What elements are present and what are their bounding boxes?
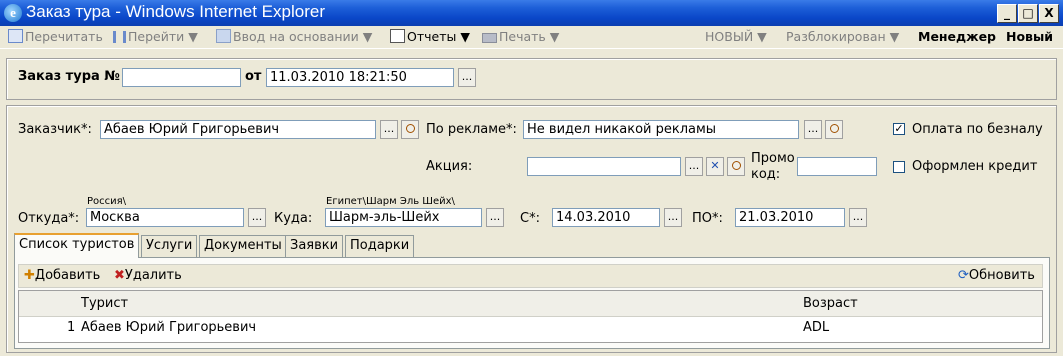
column-header-age[interactable]: Возраст [803, 296, 858, 311]
row-number: 1 [67, 320, 76, 335]
date-from-input[interactable]: 14.03.2010 [552, 208, 660, 227]
table-row[interactable]: 1 Абаев Юрий Григорьевич ADL [19, 317, 1042, 342]
reread-button[interactable]: Перечитать [8, 29, 103, 44]
order-number-label: Заказ тура № [18, 69, 120, 84]
goto-label: Перейти ▼ [128, 29, 198, 44]
printer-icon [482, 33, 497, 43]
promo-label-line1: Промо [751, 151, 795, 166]
add-tourist-button[interactable]: ✚Добавить [24, 268, 100, 283]
tab-gifts[interactable]: Подарки [345, 235, 415, 257]
delete-label: Удалить [124, 268, 182, 283]
customer-input[interactable]: Абаев Юрий Григорьевич [100, 120, 376, 139]
order-number-input[interactable] [122, 68, 241, 87]
document-icon [216, 29, 231, 43]
goto-button[interactable]: Перейти ▼ [113, 29, 198, 44]
minimize-button[interactable]: _ [997, 4, 1017, 23]
print-label: Печать ▼ [499, 29, 560, 44]
to-label: Куда: [274, 211, 313, 226]
promo-label-line2: код: [751, 167, 781, 182]
magnifier-icon [405, 124, 415, 133]
to-select-button[interactable]: ... [486, 208, 504, 227]
maximize-button[interactable]: □ [1018, 4, 1038, 23]
customer-search-button[interactable] [401, 120, 419, 139]
credit-label: Оформлен кредит [912, 159, 1038, 174]
tourists-table: Турист Возраст 1 Абаев Юрий Григорьевич … [18, 290, 1043, 343]
role-label: Менеджер [918, 29, 996, 44]
date-to-label: ПО*: [692, 211, 723, 226]
from-input[interactable]: Москва [86, 208, 244, 227]
delete-tourist-button[interactable]: ✖Удалить [114, 268, 182, 283]
refresh-label: Обновить [968, 268, 1035, 283]
status-unlocked-dropdown[interactable]: Разблокирован ▼ [786, 29, 899, 44]
reread-label: Перечитать [25, 29, 103, 44]
delete-icon: ✖ [114, 268, 125, 283]
add-icon: ✚ [24, 268, 35, 283]
action-select-button[interactable]: ... [685, 157, 703, 176]
tourist-name-cell: Абаев Юрий Григорьевич [81, 320, 257, 335]
credit-checkbox[interactable] [893, 161, 905, 173]
tab-requests[interactable]: Заявки [285, 235, 344, 257]
reports-button[interactable]: Отчеты ▼ [390, 29, 470, 44]
ie-logo-icon: e [4, 4, 22, 22]
from-label: Откуда*: [18, 211, 80, 226]
reports-label: Отчеты ▼ [407, 29, 470, 44]
to-input[interactable]: Шарм-эль-Шейх [325, 208, 482, 227]
input-based-on-button[interactable]: Ввод на основании ▼ [216, 29, 372, 44]
checkmark-icon: ✓ [894, 122, 904, 135]
reread-icon [8, 29, 23, 43]
from-hint: Россия\ [87, 196, 127, 207]
customer-label: Заказчик*: [18, 122, 92, 137]
date-to-picker-button[interactable]: ... [849, 208, 867, 227]
date-to-input[interactable]: 21.03.2010 [735, 208, 845, 227]
to-hint: Египет\Шарм Эль Шейх\ [326, 196, 455, 207]
tab-services[interactable]: Услуги [141, 235, 198, 257]
from-select-button[interactable]: ... [248, 208, 266, 227]
tab-documents[interactable]: Документы [199, 235, 287, 257]
magnifier-icon [731, 161, 741, 170]
action-input[interactable] [527, 157, 681, 176]
order-date-picker-button[interactable]: ... [458, 68, 476, 87]
promo-code-input[interactable] [797, 157, 877, 176]
input-based-on-label: Ввод на основании ▼ [233, 29, 373, 44]
print-button[interactable]: Печать ▼ [482, 29, 559, 44]
action-clear-button[interactable]: ✕ [706, 157, 724, 176]
table-header [19, 291, 1042, 317]
close-button[interactable]: X [1039, 4, 1059, 23]
tab-tourists[interactable]: Список туристов [14, 233, 140, 258]
main-toolbar: Перечитать Перейти ▼ Ввод на основании ▼… [0, 26, 1063, 49]
action-search-button[interactable] [727, 157, 745, 176]
order-date-label: от [245, 69, 262, 84]
date-from-picker-button[interactable]: ... [664, 208, 682, 227]
order-date-input[interactable]: 11.03.2010 18:21:50 [266, 68, 454, 87]
add-label: Добавить [34, 268, 101, 283]
ad-select-button[interactable]: ... [804, 120, 822, 139]
goto-icon [113, 31, 126, 43]
action-label: Акция: [426, 159, 473, 174]
cashless-checkbox[interactable]: ✓ [893, 123, 905, 135]
ad-search-button[interactable] [825, 120, 843, 139]
ad-input[interactable]: Не видел никакой рекламы [523, 120, 799, 139]
ad-label: По рекламе*: [426, 122, 517, 137]
cashless-label: Оплата по безналу [912, 122, 1043, 137]
age-cell: ADL [803, 320, 830, 335]
column-header-tourist[interactable]: Турист [81, 296, 128, 311]
date-from-label: С*: [520, 211, 540, 226]
state-label: Новый [1006, 29, 1054, 44]
window-title: Заказ тура - Windows Internet Explorer [26, 2, 325, 21]
magnifier-icon [829, 124, 839, 133]
clear-icon: ✕ [710, 159, 720, 172]
status-new-dropdown[interactable]: НОВЫЙ ▼ [705, 29, 767, 44]
customer-select-button[interactable]: ... [380, 120, 398, 139]
title-bar: e Заказ тура - Windows Internet Explorer… [0, 0, 1063, 26]
refresh-icon: ⟳ [958, 268, 969, 283]
report-icon [390, 29, 405, 43]
refresh-button[interactable]: ⟳Обновить [958, 268, 1035, 283]
